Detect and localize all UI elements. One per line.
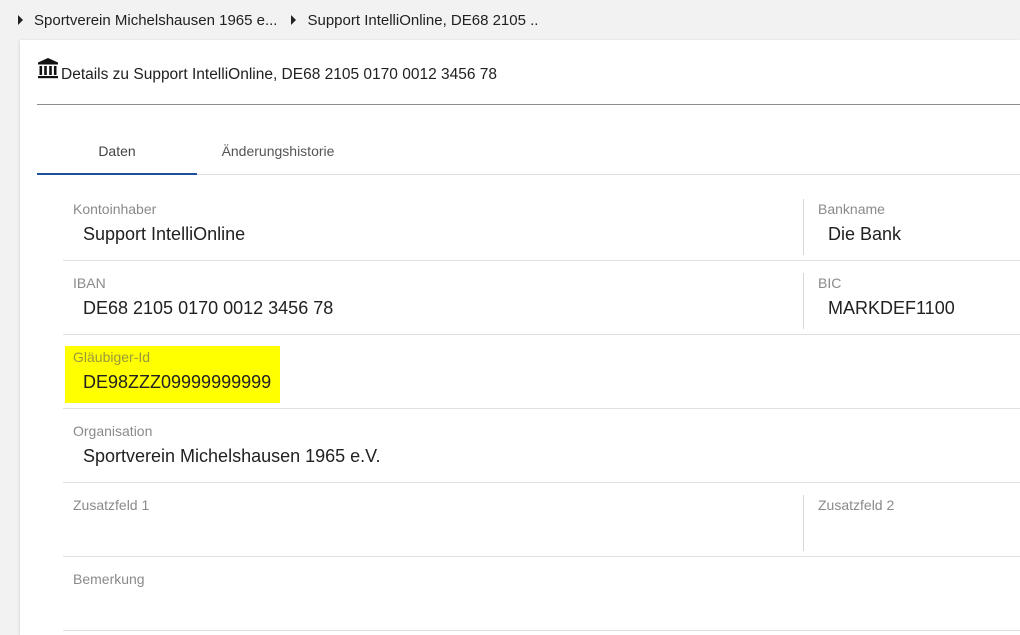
breadcrumb-label: Support IntelliOnline, DE68 2105 ..: [307, 11, 539, 29]
form-row-organisation: Organisation Sportverein Michelshausen 1…: [63, 409, 1020, 483]
tab-daten[interactable]: Daten: [37, 128, 197, 175]
tab-bar: Daten Änderungshistorie: [37, 128, 1020, 175]
field-label: Bemerkung: [73, 571, 145, 587]
divider: [803, 199, 804, 255]
kontoinhaber-field[interactable]: Kontoinhaber Support IntelliOnline: [63, 187, 803, 260]
zusatzfeld1-field[interactable]: Zusatzfeld 1: [63, 483, 803, 556]
organisation-field[interactable]: Organisation Sportverein Michelshausen 1…: [63, 409, 1020, 482]
breadcrumb: Sportverein Michelshausen 1965 e... Supp…: [0, 0, 1020, 40]
caret-right-icon: [291, 15, 297, 25]
page-title: Details zu Support IntelliOnline, DE68 2…: [61, 66, 498, 83]
field-label: IBAN: [73, 275, 106, 291]
field-label: Kontoinhaber: [73, 201, 157, 217]
field-value: DE98ZZZ09999999999: [83, 372, 272, 392]
field-value: Support IntelliOnline: [83, 224, 246, 244]
field-label: Gläubiger-Id: [73, 349, 151, 365]
divider: [803, 273, 804, 329]
bank-icon: [38, 58, 58, 79]
breadcrumb-item-bank-account[interactable]: Support IntelliOnline, DE68 2105 ..: [291, 12, 538, 29]
field-label: Bankname: [818, 201, 885, 217]
bemerkung-field[interactable]: Bemerkung: [63, 557, 1020, 630]
field-label: Zusatzfeld 1: [73, 497, 150, 513]
caret-right-icon: [18, 15, 23, 25]
field-value: MARKDEF1100: [828, 298, 955, 318]
form-row-glaeubiger-id: Gläubiger-Id DE98ZZZ09999999999: [63, 335, 1020, 409]
bic-field[interactable]: BIC MARKDEF1100: [808, 261, 1020, 334]
form-row-zusatzfelder: Zusatzfeld 1 Zusatzfeld 2: [63, 483, 1020, 557]
field-label: BIC: [818, 275, 842, 291]
field-value: Die Bank: [828, 224, 902, 244]
form-row-iban: IBAN DE68 2105 0170 0012 3456 78 BIC MAR…: [63, 261, 1020, 335]
bankname-field[interactable]: Bankname Die Bank: [808, 187, 1020, 260]
breadcrumb-label: Sportverein Michelshausen 1965 e...: [34, 11, 278, 29]
zusatzfeld2-field[interactable]: Zusatzfeld 2: [808, 483, 1020, 556]
iban-field[interactable]: IBAN DE68 2105 0170 0012 3456 78: [63, 261, 803, 334]
field-label: Organisation: [73, 423, 153, 439]
form-row-bemerkung: Bemerkung: [63, 557, 1020, 631]
card-header: Details zu Support IntelliOnline, DE68 2…: [37, 57, 1020, 105]
breadcrumb-item-organisation[interactable]: Sportverein Michelshausen 1965 e...: [18, 12, 277, 29]
tab-aenderungshistorie[interactable]: Änderungshistorie: [197, 128, 359, 174]
divider: [803, 495, 804, 551]
field-label: Zusatzfeld 2: [818, 497, 895, 513]
field-value: DE68 2105 0170 0012 3456 78: [83, 298, 334, 318]
field-value: Sportverein Michelshausen 1965 e.V.: [83, 446, 381, 466]
form-row-kontoinhaber: Kontoinhaber Support IntelliOnline Bankn…: [63, 187, 1020, 261]
details-card: Details zu Support IntelliOnline, DE68 2…: [20, 40, 1020, 635]
glaeubiger-id-field[interactable]: Gläubiger-Id DE98ZZZ09999999999: [63, 335, 803, 408]
